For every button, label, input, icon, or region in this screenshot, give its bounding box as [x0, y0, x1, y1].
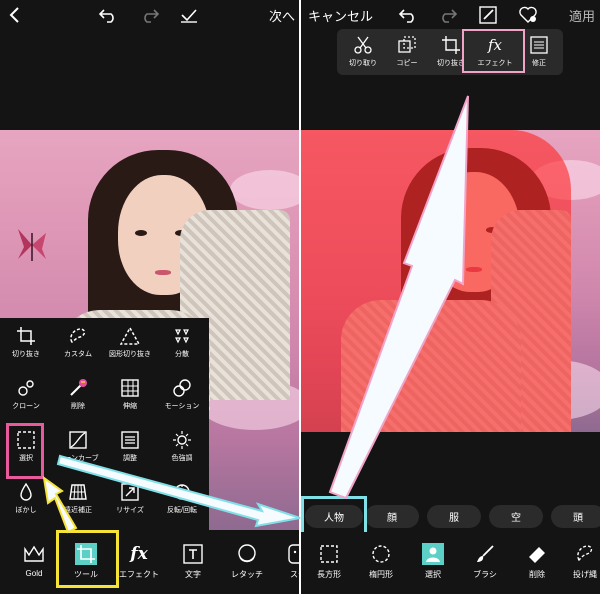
redo-icon[interactable]	[437, 4, 459, 26]
tool-rectangle[interactable]: 長方形	[303, 540, 355, 580]
top-bar: キャンセル 適用	[301, 0, 600, 30]
tool-adjust[interactable]: 調整	[104, 422, 156, 474]
undo-icon[interactable]	[97, 4, 119, 26]
tool-shape-crop[interactable]: 図形切り抜き	[104, 318, 156, 370]
tab-text[interactable]: 文字	[167, 540, 219, 580]
perspective-icon	[69, 484, 87, 500]
resize-icon	[121, 483, 139, 501]
butterfly-sticker	[18, 229, 46, 261]
back-icon[interactable]	[4, 4, 26, 26]
effect-highlight	[462, 29, 525, 73]
tool-blur[interactable]: ぼかし	[0, 474, 52, 526]
lasso-icon	[70, 328, 86, 343]
select-highlight	[6, 423, 44, 479]
crop-icon	[442, 36, 460, 54]
cancel-button[interactable]: キャンセル	[308, 6, 373, 25]
next-button[interactable]: 次へ	[269, 6, 295, 25]
tool-clone[interactable]: クローン	[0, 370, 52, 422]
cut-icon	[354, 36, 372, 54]
tool-brush[interactable]: ブラシ	[459, 540, 511, 580]
fix-button[interactable]: 修正	[519, 32, 559, 68]
selection-action-bar: 切り取り コピー 切り抜き fx エフェクト 修正	[337, 29, 563, 75]
adjust-icon	[121, 431, 139, 449]
blur-drop-icon	[20, 482, 32, 501]
apply-button[interactable]: 適用	[569, 6, 595, 25]
left-screen: 次へ 切り抜き カスタム 図形切り抜き 分散 クローン 削除 伸縮 モーション …	[0, 0, 299, 594]
tool-ellipse[interactable]: 楕円形	[355, 540, 407, 580]
redo-icon[interactable]	[139, 4, 161, 26]
sticker-icon	[288, 544, 299, 564]
category-face[interactable]: 顔	[365, 505, 419, 528]
top-bar: 次へ	[0, 0, 299, 30]
tool-crop[interactable]: 切り抜き	[0, 318, 52, 370]
tool-perspective[interactable]: 遠近補正	[52, 474, 104, 526]
person-selection-mask	[301, 130, 571, 432]
category-head[interactable]: 頭	[551, 505, 600, 528]
crown-icon	[24, 545, 44, 562]
tool-flip-rotate[interactable]: 反転/回転	[156, 474, 208, 526]
tool-curves[interactable]: トーンカーブ	[52, 422, 104, 474]
apply-check-icon[interactable]	[178, 4, 200, 26]
tool-dispersion[interactable]: 分散	[156, 318, 208, 370]
selection-toolbar: 長方形 楕円形 選択 ブラシ 削除 投げ縄	[301, 532, 600, 594]
flip-rotate-icon	[174, 484, 190, 500]
tool-remove[interactable]: 削除	[52, 370, 104, 422]
clone-icon	[18, 380, 34, 396]
tab-gold[interactable]: Gold	[8, 540, 60, 578]
tools-highlight	[56, 530, 119, 588]
bottom-toolbar: Gold ツール fx エフェクト 文字 レタッチ ステ	[0, 532, 299, 594]
retouch-icon	[238, 544, 256, 563]
copy-button[interactable]: コピー	[387, 32, 427, 68]
category-sky[interactable]: 空	[489, 505, 543, 528]
shape-crop-icon	[120, 326, 140, 345]
tool-person-select[interactable]: 選択	[407, 540, 459, 580]
copy-icon	[398, 36, 416, 53]
photo-canvas[interactable]	[301, 130, 600, 432]
edit-icon	[530, 36, 548, 54]
tab-sticker[interactable]: ステ	[272, 540, 299, 580]
edit-pencil-icon[interactable]	[477, 4, 499, 26]
right-screen: キャンセル 適用 切り取り コピー 切り抜き fx エフェクト 修正 人物 顔 …	[301, 0, 600, 594]
magic-remove-icon	[70, 379, 87, 396]
category-clothes[interactable]: 服	[427, 505, 481, 528]
undo-icon[interactable]	[397, 4, 419, 26]
text-icon	[183, 544, 203, 564]
tab-retouch[interactable]: レタッチ	[221, 540, 273, 580]
motion-icon	[173, 379, 191, 397]
dispersion-icon	[175, 329, 189, 344]
tab-effect[interactable]: fx エフェクト	[113, 540, 165, 580]
curves-icon	[69, 431, 87, 449]
tool-lasso[interactable]: 投げ縄	[559, 540, 600, 580]
tool-custom[interactable]: カスタム	[52, 318, 104, 370]
eraser-icon	[529, 547, 545, 563]
brush-icon	[477, 545, 494, 562]
lasso-icon	[577, 545, 593, 562]
cut-button[interactable]: 切り取り	[343, 32, 383, 68]
tool-eraser[interactable]: 削除	[511, 540, 563, 580]
ellipse-select-icon	[372, 545, 390, 563]
favorite-heart-icon[interactable]	[517, 4, 539, 26]
tool-color-enhance[interactable]: 色強調	[156, 422, 208, 474]
crop-icon	[17, 327, 35, 345]
tool-resize[interactable]: リサイズ	[104, 474, 156, 526]
rect-select-icon	[320, 545, 338, 563]
person-select-icon	[422, 543, 444, 565]
stretch-icon	[121, 379, 139, 397]
tool-motion[interactable]: モーション	[156, 370, 208, 422]
fx-icon: fx	[130, 544, 148, 564]
brightness-icon	[173, 431, 191, 449]
tool-stretch[interactable]: 伸縮	[104, 370, 156, 422]
